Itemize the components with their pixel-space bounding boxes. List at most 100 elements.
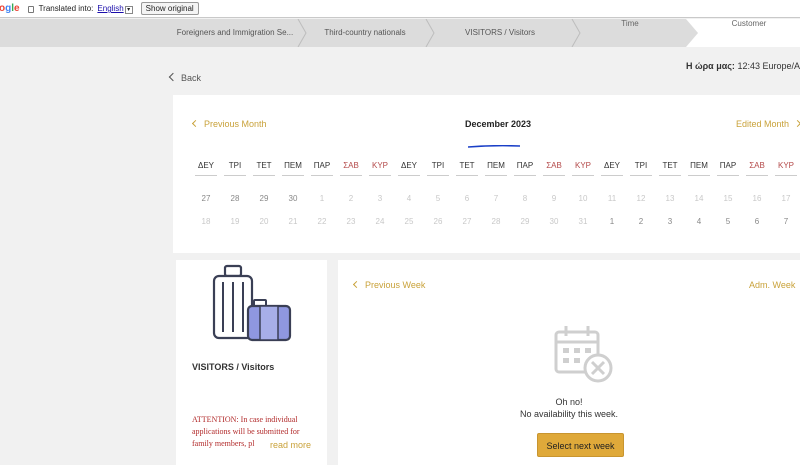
step-label: Time (621, 19, 639, 28)
calendar-unavailable-icon (554, 326, 613, 383)
step-ghost (310, 19, 420, 28)
weekday-header: ΤΕΤ (456, 161, 478, 176)
luggage-icon (212, 264, 292, 342)
weekday-header: ΣΑΒ (543, 161, 565, 176)
time-label: Η ώρα μας: (686, 61, 735, 71)
calendar-day[interactable]: 30 (282, 194, 304, 203)
next-week-button[interactable]: Adm. Week (749, 280, 795, 290)
weekday-header: ΔΕΥ (398, 161, 420, 176)
back-link[interactable]: Back (168, 72, 202, 83)
calendar-day[interactable]: 6 (456, 194, 478, 203)
calendar-day[interactable]: 24 (369, 217, 391, 226)
calendar-day[interactable]: 14 (688, 194, 710, 203)
calendar-day[interactable]: 26 (427, 217, 449, 226)
step-ghost (430, 19, 570, 28)
calendar-day[interactable]: 27 (195, 194, 217, 203)
weekday-header: ΔΕΥ (195, 161, 217, 176)
weekday-header: ΚΥΡ (775, 161, 797, 176)
calendar-day[interactable]: 11 (601, 194, 623, 203)
calendar-day[interactable]: 29 (253, 194, 275, 203)
previous-month-button[interactable]: Previous Month (191, 119, 267, 129)
step-customer[interactable]: Customer (686, 19, 800, 47)
calendar-day[interactable]: 15 (717, 194, 739, 203)
chevron-down-icon[interactable]: ▾ (124, 5, 133, 14)
calendar-day[interactable]: 7 (775, 217, 797, 226)
empty-state-message: No availability this week. (519, 409, 619, 419)
previous-month-label: Previous Month (204, 119, 267, 129)
calendar-day[interactable]: 3 (369, 194, 391, 203)
language-link[interactable]: English (97, 4, 123, 13)
weekday-header: ΠΕΜ (485, 161, 507, 176)
calendar-day[interactable]: 8 (514, 194, 536, 203)
month-title: December 2023 (465, 119, 532, 129)
next-month-button[interactable]: Edited Month (736, 119, 800, 129)
weekday-header: ΤΡΙ (630, 161, 652, 176)
weekday-header: ΤΡΙ (427, 161, 449, 176)
weekday-header: ΠΑΡ (514, 161, 536, 176)
calendar-day[interactable]: 29 (514, 217, 536, 226)
weekday-header: ΣΑΒ (340, 161, 362, 176)
weekday-header: ΠΕΜ (282, 161, 304, 176)
calendar-day[interactable]: 12 (630, 194, 652, 203)
calendar-day[interactable]: 20 (253, 217, 275, 226)
calendar-day[interactable]: 22 (311, 217, 333, 226)
calendar-day[interactable]: 4 (398, 194, 420, 203)
next-month-label: Edited Month (735, 119, 789, 129)
week-panel: Previous Week Adm. Week Oh no! No availa… (338, 260, 800, 465)
calendar-day[interactable]: 31 (572, 217, 594, 226)
calendar-day[interactable]: 21 (282, 217, 304, 226)
calendar-day[interactable]: 28 (224, 194, 246, 203)
time-value: 12:43 Europe/A (737, 61, 800, 71)
weekday-header: ΠΑΡ (311, 161, 333, 176)
calendar-day[interactable]: 3 (659, 217, 681, 226)
calendar-day[interactable]: 10 (572, 194, 594, 203)
step-divider (571, 19, 581, 47)
back-label: Back (181, 73, 202, 83)
select-next-week-button[interactable]: Select next week (537, 433, 624, 457)
calendar-day[interactable]: 25 (398, 217, 420, 226)
calendar-day[interactable]: 27 (456, 217, 478, 226)
translate-bar: ogle Translated into: English ▾ Show ori… (0, 0, 800, 18)
step-visitors[interactable]: VISITORS / Visitors (430, 19, 570, 47)
chevron-left-icon (191, 119, 200, 128)
calendar-day[interactable]: 7 (485, 194, 507, 203)
calendar-day[interactable]: 6 (746, 217, 768, 226)
calendar-day[interactable]: 1 (311, 194, 333, 203)
calendar-day[interactable]: 4 (688, 217, 710, 226)
step-time[interactable]: Time (590, 19, 670, 47)
calendar-day[interactable]: 2 (340, 194, 362, 203)
weekday-header: ΤΡΙ (224, 161, 246, 176)
step-divider (425, 19, 435, 47)
calendar-day[interactable]: 1 (601, 217, 623, 226)
weekday-header: ΤΕΤ (253, 161, 275, 176)
translated-into-label: Translated into: (38, 4, 94, 13)
calendar-day[interactable]: 5 (427, 194, 449, 203)
weekday-header: ΔΕΥ (601, 161, 623, 176)
step-category[interactable]: Third-country nationals (310, 19, 420, 47)
calendar-day[interactable]: 2 (630, 217, 652, 226)
calendar-day[interactable]: 19 (224, 217, 246, 226)
month-calendar: Previous Month December 2023 Edited Mont… (173, 95, 800, 253)
calendar-day[interactable]: 5 (717, 217, 739, 226)
calendar-day[interactable]: 16 (746, 194, 768, 203)
weekday-header: ΤΕΤ (659, 161, 681, 176)
chevron-right-icon (793, 119, 800, 128)
calendar-day[interactable]: 30 (543, 217, 565, 226)
calendar-day[interactable]: 9 (543, 194, 565, 203)
calendar-day[interactable]: 13 (659, 194, 681, 203)
read-more-link[interactable]: read more (268, 440, 312, 450)
previous-week-button[interactable]: Previous Week (352, 280, 425, 290)
step-service[interactable]: Foreigners and Immigration Se... (170, 19, 300, 47)
calendar-day[interactable]: 17 (775, 194, 797, 203)
calendar-day[interactable]: 28 (485, 217, 507, 226)
calendar-day[interactable]: 18 (195, 217, 217, 226)
weekday-header: ΣΑΒ (746, 161, 768, 176)
show-original-button[interactable]: Show original (140, 2, 199, 15)
step-label: Third-country nationals (324, 28, 406, 37)
month-underline (468, 145, 520, 148)
calendar-day[interactable]: 23 (340, 217, 362, 226)
step-label: Customer (731, 19, 767, 28)
chevron-left-icon (168, 72, 178, 82)
weekday-header: ΠΑΡ (717, 161, 739, 176)
weekday-header: ΚΥΡ (572, 161, 594, 176)
